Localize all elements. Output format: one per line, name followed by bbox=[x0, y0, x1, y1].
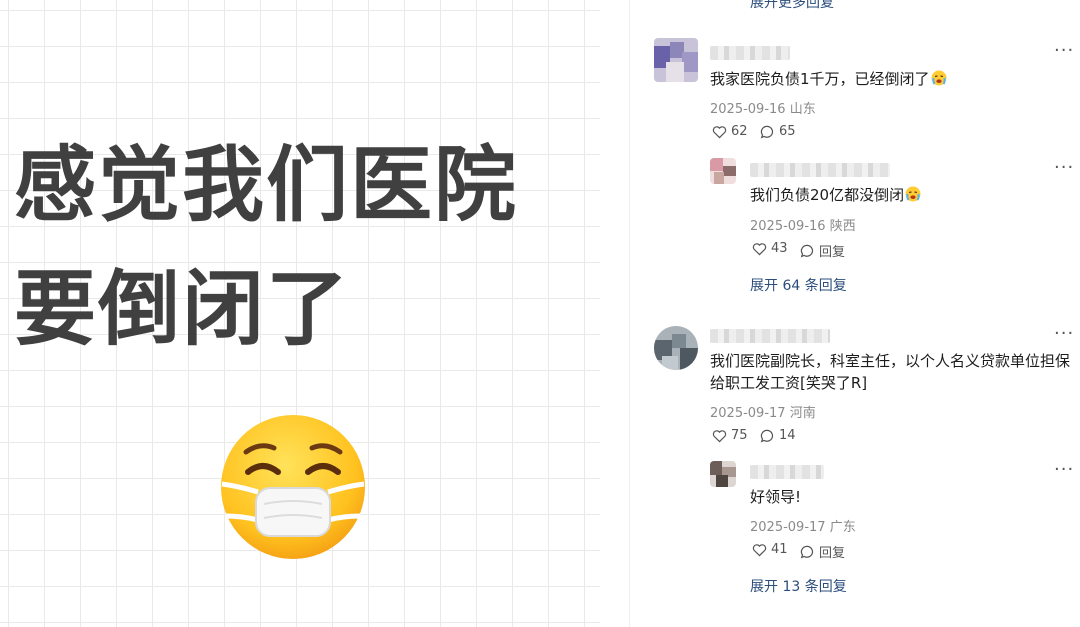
comment-meta: 2025-09-16 山东 bbox=[710, 98, 816, 117]
expand-suffix: 条回复 bbox=[804, 278, 847, 294]
reply-text: 好领导! bbox=[750, 486, 801, 508]
comment-bubble-icon bbox=[760, 125, 774, 139]
expand-count: 64 bbox=[782, 278, 801, 294]
reply-meta: 2025-09-17 广东 bbox=[750, 516, 856, 535]
reply-like-button[interactable]: 43 bbox=[752, 241, 788, 256]
reply-date: 2025-09-16 bbox=[750, 219, 826, 234]
expand-more-replies-link[interactable]: 展开更多回复 bbox=[750, 0, 834, 12]
reply-date: 2025-09-17 bbox=[750, 520, 826, 535]
comment-body-line-2: 给职工发工资[笑哭了R] bbox=[710, 374, 868, 392]
poster-title: 感觉我们医院 要倒闭了 bbox=[14, 124, 594, 372]
face-with-medical-mask-icon bbox=[218, 412, 368, 562]
avatar[interactable] bbox=[654, 38, 698, 82]
username[interactable] bbox=[710, 46, 790, 60]
avatar[interactable] bbox=[654, 326, 698, 370]
like-button[interactable]: 62 bbox=[712, 124, 748, 139]
comment-date: 2025-09-17 bbox=[710, 406, 786, 421]
reply-username[interactable] bbox=[750, 163, 890, 177]
reply-count: 65 bbox=[779, 124, 796, 139]
reply-like-count: 41 bbox=[771, 542, 788, 557]
comment-region: 河南 bbox=[789, 406, 816, 421]
comment-body: 我家医院负债1千万，已经倒闭了 bbox=[710, 70, 930, 88]
reply-button[interactable]: 回复 bbox=[800, 542, 845, 561]
heart-icon bbox=[752, 242, 767, 255]
reply-body: 我们负债20亿都没倒闭 bbox=[750, 186, 905, 204]
comment-bubble-icon bbox=[800, 545, 814, 559]
expand-replies-link[interactable]: 展开 64 条回复 bbox=[750, 275, 847, 295]
reply-avatar[interactable] bbox=[710, 461, 736, 487]
poster-title-line-1: 感觉我们医院 bbox=[14, 138, 519, 233]
more-options-icon[interactable]: ··· bbox=[1054, 42, 1074, 60]
reply-label: 回复 bbox=[819, 245, 846, 260]
heart-icon bbox=[712, 125, 727, 138]
expand-suffix: 条回复 bbox=[804, 579, 847, 595]
reply-button[interactable]: 回复 bbox=[800, 241, 845, 260]
comment-date: 2025-09-16 bbox=[710, 102, 786, 117]
more-options-icon[interactable]: ··· bbox=[1054, 325, 1074, 343]
comment-text: 我们医院副院长，科室主任，以个人名义贷款单位担保 给职工发工资[笑哭了R] bbox=[710, 350, 1070, 394]
reply-label: 回复 bbox=[819, 546, 846, 561]
comment-body-line-1: 我们医院副院长，科室主任，以个人名义贷款单位担保 bbox=[710, 352, 1071, 370]
comment-text: 我家医院负债1千万，已经倒闭了 bbox=[710, 68, 947, 90]
post-image: 感觉我们医院 要倒闭了 bbox=[0, 0, 600, 627]
reply-like-button[interactable]: 41 bbox=[752, 542, 788, 557]
more-options-icon[interactable]: ··· bbox=[1054, 461, 1074, 479]
reply-count-button[interactable]: 65 bbox=[760, 124, 796, 139]
reply-region: 陕西 bbox=[829, 219, 856, 234]
username[interactable] bbox=[710, 329, 830, 343]
comment-bubble-icon bbox=[760, 429, 774, 443]
comments-panel: 展开更多回复 ··· 我家医院负债1千万，已经倒闭了 2025-09-16 山东… bbox=[630, 0, 1080, 627]
reply-text: 我们负债20亿都没倒闭 bbox=[750, 184, 921, 206]
reply-count-button[interactable]: 14 bbox=[760, 428, 796, 443]
heart-icon bbox=[752, 543, 767, 556]
reply-avatar[interactable] bbox=[710, 158, 736, 184]
comment-meta: 2025-09-17 河南 bbox=[710, 402, 816, 421]
like-button[interactable]: 75 bbox=[712, 428, 748, 443]
expand-replies-link[interactable]: 展开 13 条回复 bbox=[750, 576, 847, 596]
reply-meta: 2025-09-16 陕西 bbox=[750, 215, 856, 234]
comment-bubble-icon bbox=[800, 244, 814, 258]
crying-face-icon bbox=[931, 70, 947, 86]
reply-region: 广东 bbox=[829, 520, 856, 535]
reply-like-count: 43 bbox=[771, 241, 788, 256]
heart-icon bbox=[712, 429, 727, 442]
reply-body: 好领导! bbox=[750, 488, 802, 506]
like-count: 75 bbox=[731, 428, 748, 443]
comment-region: 山东 bbox=[789, 102, 816, 117]
poster-title-line-2: 要倒闭了 bbox=[14, 262, 351, 357]
more-options-icon[interactable]: ··· bbox=[1054, 159, 1074, 177]
expand-prefix: 展开 bbox=[750, 579, 778, 595]
crying-face-icon bbox=[905, 186, 921, 202]
like-count: 62 bbox=[731, 124, 748, 139]
expand-prefix: 展开 bbox=[750, 278, 778, 294]
expand-count: 13 bbox=[782, 579, 801, 595]
reply-count: 14 bbox=[779, 428, 796, 443]
reply-username[interactable] bbox=[750, 465, 824, 479]
